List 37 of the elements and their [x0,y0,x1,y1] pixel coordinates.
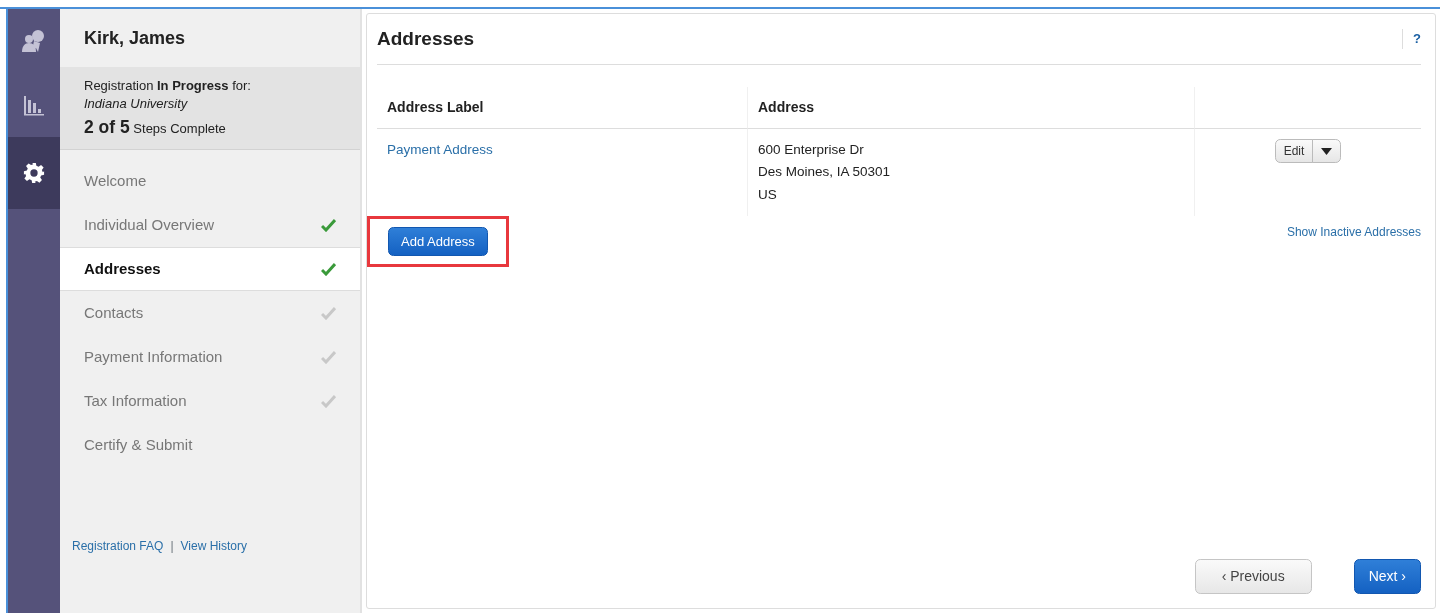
column-header: Address [747,87,1194,129]
progress-count: 2 of 5 [84,116,130,137]
footer-link[interactable]: Registration FAQ [72,539,164,553]
step-item[interactable]: Certify & Submit [60,423,360,468]
address-line: US [758,185,778,204]
step-item[interactable]: Individual Overview [60,203,360,248]
dropdown-toggle-button[interactable] [1312,139,1342,163]
add-address-button[interactable]: Add Address [388,226,488,257]
check-icon [321,262,336,276]
step-item[interactable]: Tax Information [60,379,360,424]
edit-button[interactable]: Edit [1274,139,1314,163]
bar-chart-icon[interactable] [23,94,45,116]
step-item[interactable]: Welcome [60,159,360,204]
step-item[interactable]: Addresses [60,247,360,292]
check-icon [321,218,336,232]
page-title: Addresses [377,26,475,51]
registration-status: Registration In Progress for: [84,77,252,95]
step-item[interactable]: Contacts [60,291,360,336]
award-person-icon[interactable] [21,28,47,54]
address-line: Des Moines, IA 50301 [758,163,892,182]
help-link[interactable]: ? [1402,29,1421,49]
address-label-link[interactable]: Payment Address [387,142,493,157]
check-icon [321,350,336,364]
next-button[interactable]: Next › [1353,559,1421,594]
organization-name: Indiana University [84,94,189,113]
address-line: 600 Enterprise Dr [758,141,865,159]
check-icon [321,394,336,408]
caret-icon [1321,148,1333,156]
progress-label: Steps Complete [133,120,226,136]
step-item[interactable]: Payment Information [60,335,360,380]
check-icon [321,306,336,320]
link-separator: | [170,539,174,553]
user-name: Kirk, James [83,26,187,50]
footer-link[interactable]: View History [180,539,247,553]
previous-button[interactable]: ‹ Previous [1194,559,1312,594]
settings-icon[interactable] [23,162,45,184]
column-header: Address Label [377,87,747,129]
